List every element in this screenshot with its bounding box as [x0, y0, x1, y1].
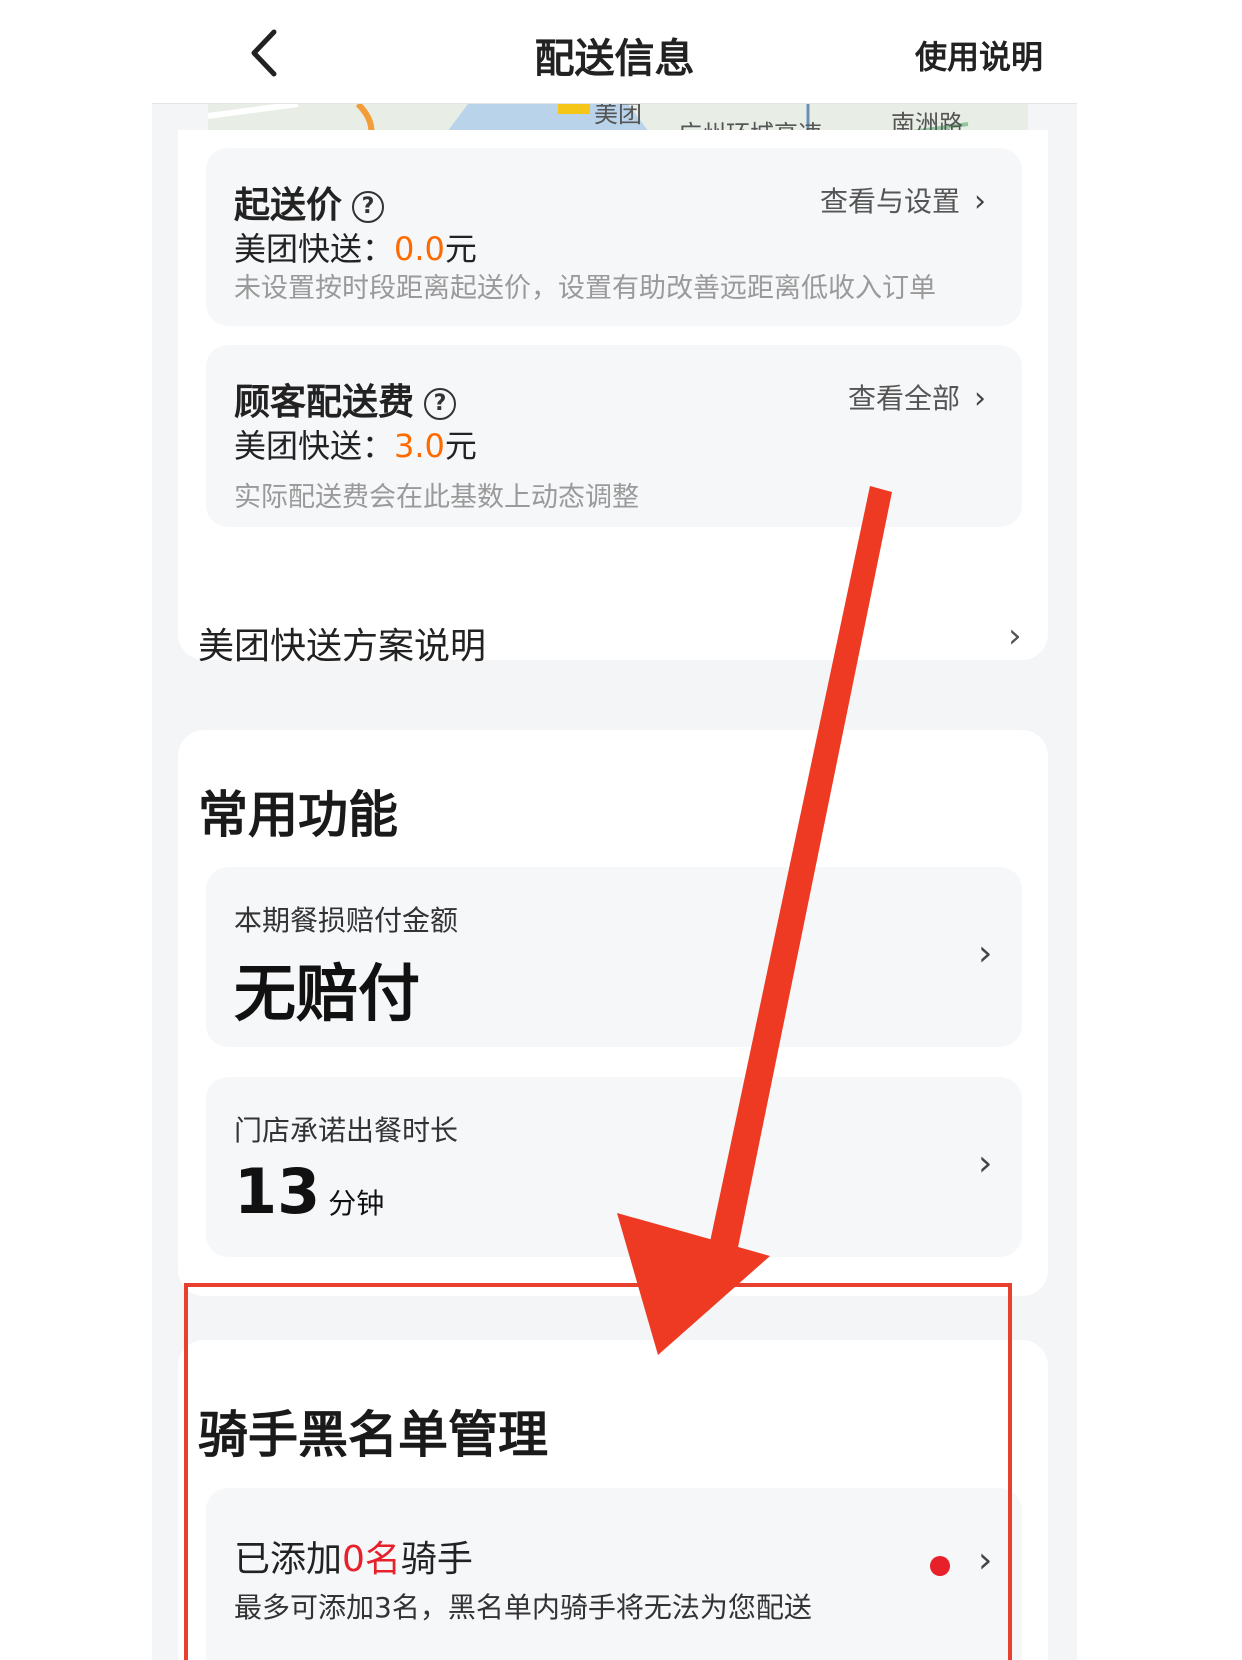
prep-time-panel[interactable]: 门店承诺出餐时长 13 分钟 ›: [206, 1077, 1022, 1257]
min-order-panel[interactable]: 起送价? 查看与设置 › 美团快送：0.0元 未设置按时段距离起送价，设置有助改善…: [206, 148, 1022, 326]
question-icon[interactable]: ?: [352, 191, 385, 223]
service-label: 美团快送：: [234, 427, 395, 465]
app-screen: 配送信息 使用说明 美团 广州环城高速 南洲路 起送价? 查看与设置› 美团快送…: [152, 0, 1077, 1660]
chevron-right-icon: ›: [974, 184, 986, 219]
prep-time-label: 门店承诺出餐时长: [234, 1114, 459, 1147]
chevron-right-icon: ›: [974, 381, 986, 416]
delivery-fee-link-label: 查看全部: [847, 382, 960, 415]
help-link[interactable]: 使用说明: [915, 32, 1043, 78]
currency-label: 元: [444, 427, 477, 465]
service-label: 美团快送：: [234, 230, 395, 268]
delivery-fee-title-text: 顾客配送费: [234, 382, 415, 423]
delivery-fee-panel[interactable]: 顾客配送费? 查看全部 › 美团快送：3.0元 实际配送费会在此基数上动态调整: [206, 345, 1022, 527]
compensation-label: 本期餐损赔付金额: [234, 904, 459, 937]
currency-label: 元: [444, 230, 477, 268]
delivery-fee-view-all-link[interactable]: 查看全部 ›: [848, 377, 986, 417]
prep-time-number: 13: [234, 1155, 321, 1228]
map-label: 美团: [594, 104, 642, 128]
compensation-value: 无赔付: [234, 957, 421, 1030]
question-icon[interactable]: ?: [424, 388, 457, 420]
min-order-title-text: 起送价: [234, 185, 343, 226]
annotation-highlight-box: [184, 1283, 1012, 1660]
min-order-hint: 未设置按时段距离起送价，设置有助改善远距离低收入订单: [234, 273, 936, 304]
delivery-fee-hint: 实际配送费会在此基数上动态调整: [234, 482, 639, 513]
delivery-fee-amount: 3.0: [394, 427, 445, 465]
chevron-right-icon: ›: [978, 933, 993, 974]
chevron-right-icon: ›: [978, 1143, 993, 1184]
nav-bar: 配送信息 使用说明: [152, 0, 1077, 104]
compensation-panel[interactable]: 本期餐损赔付金额 无赔付 ›: [206, 867, 1022, 1047]
chevron-right-icon[interactable]: ›: [1008, 616, 1022, 656]
prep-time-value: 13 分钟: [234, 1155, 384, 1228]
min-order-title: 起送价?: [234, 176, 385, 228]
min-order-price: 美团快送：0.0元: [234, 224, 477, 270]
delivery-fee-title: 顾客配送费?: [234, 373, 457, 425]
common-functions-title: 常用功能: [198, 786, 398, 844]
delivery-fee-price: 美团快送：3.0元: [234, 421, 477, 467]
prep-time-unit: 分钟: [328, 1187, 385, 1220]
min-order-link-label: 查看与设置: [819, 185, 960, 218]
min-order-amount: 0.0: [394, 230, 445, 268]
min-order-settings-link[interactable]: 查看与设置 ›: [820, 180, 986, 220]
plan-explanation-link[interactable]: 美团快送方案说明: [198, 617, 486, 669]
